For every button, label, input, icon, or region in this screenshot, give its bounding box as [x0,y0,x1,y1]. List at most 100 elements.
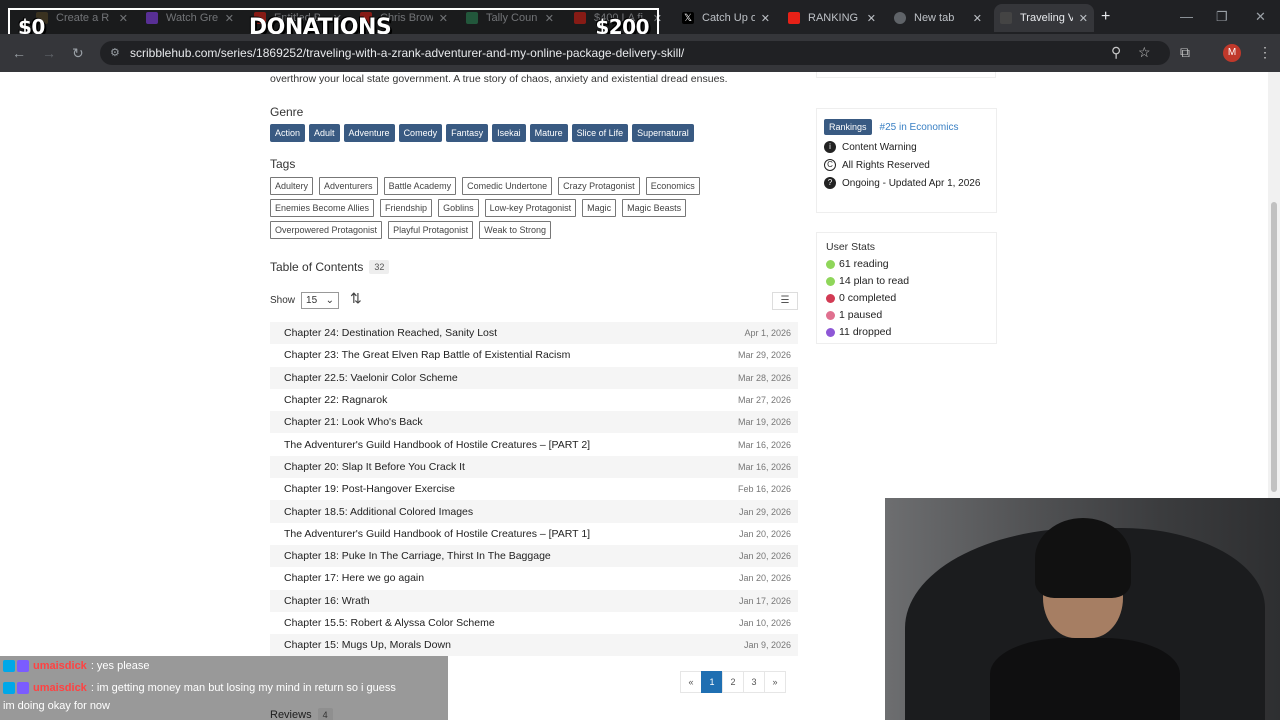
tag-chip[interactable]: Overpowered Protagonist [270,221,383,239]
list-view-icon[interactable]: ☰ [772,292,798,310]
chapter-link[interactable]: Chapter 22: Ragnarok [284,394,387,406]
stat-paused[interactable]: 1 paused [826,309,987,321]
genre-chip[interactable]: Comedy [398,124,443,142]
genre-chip[interactable]: Mature [529,124,568,142]
page-1-button[interactable]: 1 [701,671,723,693]
chapter-link[interactable]: Chapter 20: Slap It Before You Crack It [284,461,465,473]
tab-7[interactable]: RANKING ✕ [782,4,882,32]
page-2-button[interactable]: 2 [722,671,744,693]
chapter-row[interactable]: Chapter 20: Slap It Before You Crack It M… [270,455,798,479]
chapter-row[interactable]: Chapter 21: Look Who's Back Mar 19, 2026 [270,411,798,434]
zoom-icon[interactable]: ⚲ [1111,44,1121,61]
tag-chip[interactable]: Magic [582,199,617,217]
chapter-link[interactable]: Chapter 19: Post-Hangover Exercise [284,483,455,495]
chapter-link[interactable]: The Adventurer's Guild Handbook of Hosti… [284,528,590,540]
chapter-row[interactable]: Chapter 15.5: Robert & Alyssa Color Sche… [270,612,798,634]
chapter-date: Feb 16, 2026 [737,484,791,495]
tab-favicon-icon [788,12,800,24]
bookmark-star-icon[interactable]: ☆ [1138,44,1151,61]
tag-chip[interactable]: Comedic Undertone [462,177,553,195]
chapter-row[interactable]: Chapter 22: Ragnarok Mar 27, 2026 [270,389,798,411]
tab-6[interactable]: 𝕏 Catch Up o ✕ [676,4,776,32]
tag-chip[interactable]: Enemies Become Allies [270,199,375,217]
chapter-link[interactable]: Chapter 23: The Great Elven Rap Battle o… [284,349,570,361]
chapter-row[interactable]: Chapter 16: Wrath Jan 17, 2026 [270,589,798,612]
genre-chip[interactable]: Adventure [343,124,395,142]
genre-chip[interactable]: Adult [309,124,340,142]
chapter-row[interactable]: Chapter 17: Here we go again Jan 20, 2026 [270,567,798,589]
close-icon[interactable]: ✕ [761,12,770,25]
chapter-link[interactable]: Chapter 22.5: Vaelonir Color Scheme [284,372,458,384]
chapter-row[interactable]: Chapter 24: Destination Reached, Sanity … [270,322,798,345]
chapter-row[interactable]: Chapter 23: The Great Elven Rap Battle o… [270,344,798,366]
stat-reading[interactable]: 61 reading [826,258,987,270]
tag-chip[interactable]: Crazy Protagonist [558,177,640,195]
window-close-icon[interactable]: ✕ [1255,9,1266,25]
tag-chip[interactable]: Low-key Protagonist [484,199,577,217]
new-tab-icon[interactable]: + [1101,8,1110,26]
chapter-row[interactable]: Chapter 22.5: Vaelonir Color Scheme Mar 2… [270,366,798,389]
tag-chip[interactable]: Playful Protagonist [388,221,474,239]
site-info-icon[interactable]: ⚙ [110,46,120,59]
chapter-date: Jan 17, 2026 [738,595,791,606]
address-bar[interactable]: ⚙ scribblehub.com/series/1869252/traveli… [100,41,1170,65]
genre-chip[interactable]: Isekai [492,124,526,142]
close-icon[interactable]: ✕ [973,12,982,25]
toc-title: Table of Contents [270,260,364,274]
chapter-link[interactable]: Chapter 17: Here we go again [284,572,424,584]
minimize-icon[interactable]: — [1180,9,1193,24]
tag-chip[interactable]: Magic Beasts [622,199,687,217]
chapter-link[interactable]: The Adventurer's Guild Handbook of Hosti… [284,439,590,451]
chapter-link[interactable]: Chapter 15.5: Robert & Alyssa Color Sche… [284,617,495,629]
maximize-icon[interactable]: ❐ [1216,9,1228,25]
tab-8[interactable]: New tab ✕ [888,4,988,32]
page-size-select[interactable]: 15 ⌄ [301,292,340,309]
tag-chip[interactable]: Economics [645,177,700,195]
chapter-link[interactable]: Chapter 18.5: Additional Colored Images [284,506,473,518]
chapter-row[interactable]: Chapter 18: Puke In The Carriage, Thirst… [270,544,798,568]
chapter-row[interactable]: Chapter 18.5: Additional Colored Images J… [270,500,798,523]
stat-completed[interactable]: 0 completed [826,292,987,304]
forward-icon[interactable]: → [42,45,56,61]
chapter-row[interactable]: Chapter 15: Mugs Up, Morals Down Jan 9, 2… [270,634,798,657]
tag-chip[interactable]: Adventurers [319,177,378,195]
chat-text-continued: im doing okay for now [3,700,110,712]
chapter-link[interactable]: Chapter 18: Puke In The Carriage, Thirst… [284,550,551,562]
scrollbar-thumb[interactable] [1271,202,1277,492]
close-icon[interactable]: ✕ [1079,12,1088,25]
tag-chip[interactable]: Weak to Strong [479,221,551,239]
page-3-button[interactable]: 3 [743,671,765,693]
extensions-icon[interactable]: ⧉ [1180,44,1190,61]
genre-chip[interactable]: Fantasy [446,124,489,142]
ranking-link[interactable]: #25 in Economics [880,122,959,133]
chapter-row[interactable]: Chapter 19: Post-Hangover Exercise Feb 16… [270,478,798,500]
genre-chip[interactable]: Action [270,124,306,142]
chrome-icon [894,12,906,24]
chapter-link[interactable]: Chapter 21: Look Who's Back [284,416,423,428]
tag-chip[interactable]: Adultery [270,177,314,195]
genre-chip[interactable]: Supernatural [632,124,694,142]
sort-order-icon[interactable]: ⇅ [350,290,362,307]
avatar[interactable]: M [1223,44,1241,62]
menu-icon[interactable]: ⋮ [1258,44,1272,61]
prev-page-button[interactable]: « [680,671,702,693]
chapter-row[interactable]: The Adventurer's Guild Handbook of Hosti… [270,523,798,545]
genre-chip[interactable]: Slice of Life [571,124,629,142]
reload-icon[interactable]: ↻ [72,45,84,62]
next-page-button[interactable]: » [764,671,786,693]
chapter-row[interactable]: The Adventurer's Guild Handbook of Hosti… [270,433,798,455]
close-icon[interactable]: ✕ [867,12,876,25]
chapter-link[interactable]: Chapter 15: Mugs Up, Morals Down [284,639,451,651]
stat-dropped[interactable]: 11 dropped [826,326,987,338]
tag-chip[interactable]: Friendship [380,199,433,217]
tag-chip[interactable]: Goblins [438,199,479,217]
chapter-link[interactable]: Chapter 24: Destination Reached, Sanity … [284,327,497,339]
tab-9[interactable]: Traveling V ✕ [994,4,1094,32]
stat-plan-to-read[interactable]: 14 plan to read [826,275,987,287]
chapter-link[interactable]: Chapter 16: Wrath [284,595,370,607]
back-icon[interactable]: ← [12,45,26,61]
rankings-badge[interactable]: Rankings [824,119,872,135]
tag-chip[interactable]: Battle Academy [383,177,457,195]
page-size-control: Show 15 ⌄ [270,292,340,309]
status-dot-icon [826,327,835,337]
